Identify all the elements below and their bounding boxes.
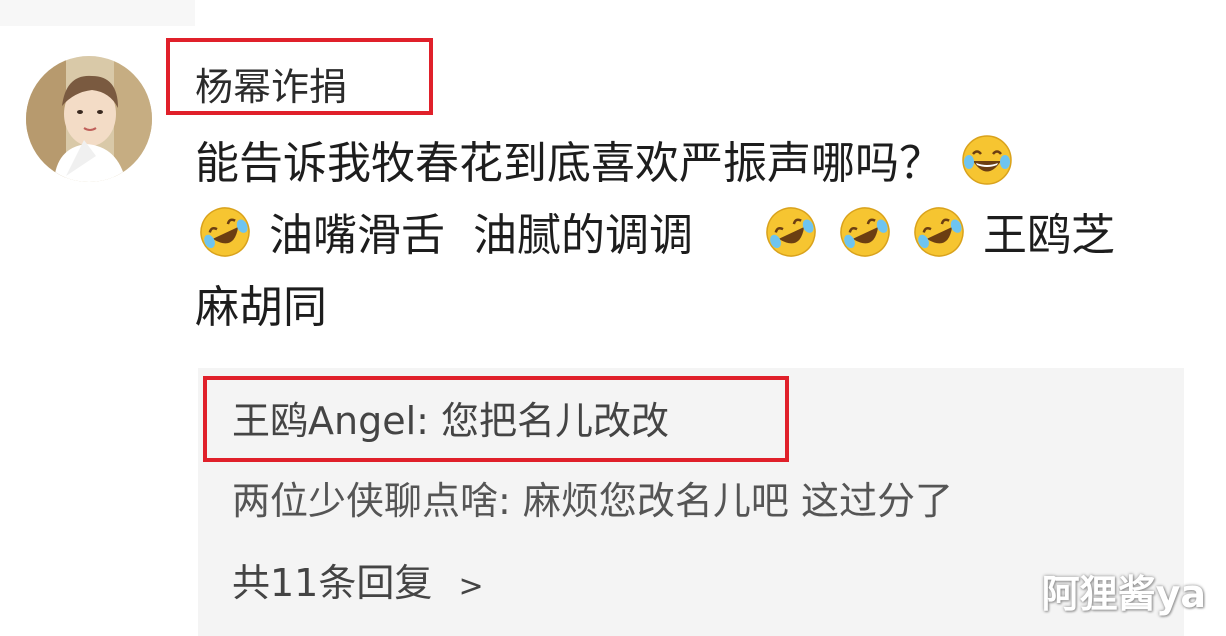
view-more-label: 共11条回复 [232, 561, 433, 605]
chevron-right-icon: > [458, 569, 484, 604]
avatar[interactable] [26, 56, 152, 182]
laughing-crying-emoji-icon [200, 207, 250, 257]
reply-highlight-box [203, 376, 789, 462]
laughing-crying-emoji-icon [840, 207, 890, 257]
laughing-crying-emoji-icon [766, 207, 816, 257]
top-divider [0, 0, 1226, 26]
username-highlight-box [166, 38, 433, 115]
laughing-crying-emoji-icon [914, 207, 964, 257]
laughing-crying-emoji-icon [962, 135, 1012, 185]
avatar-image [26, 56, 152, 182]
comment-line-1: 能告诉我牧春花到底喜欢严振声哪吗？ [195, 133, 1185, 195]
comment-text: 王鸥芝 [982, 210, 1115, 261]
comment-text: 麻胡同 [195, 282, 327, 333]
comment-text: 油嘴滑舌 油腻的调调 [269, 210, 693, 261]
reply-item[interactable]: 两位少侠聊点啥: 麻烦您改名儿吧 这过分了 [232, 476, 953, 526]
comment-line-2: 油嘴滑舌 油腻的调调 王鸥芝 [195, 205, 1185, 267]
comment-text: 能告诉我牧春花到底喜欢严振声哪吗？ [195, 138, 943, 189]
comment-line-3: 麻胡同 [195, 277, 1185, 339]
top-divider-inner [195, 0, 1226, 26]
watermark: 阿狸酱ya [1041, 572, 1206, 616]
view-more-replies-link[interactable]: 共11条回复 > [232, 558, 484, 612]
